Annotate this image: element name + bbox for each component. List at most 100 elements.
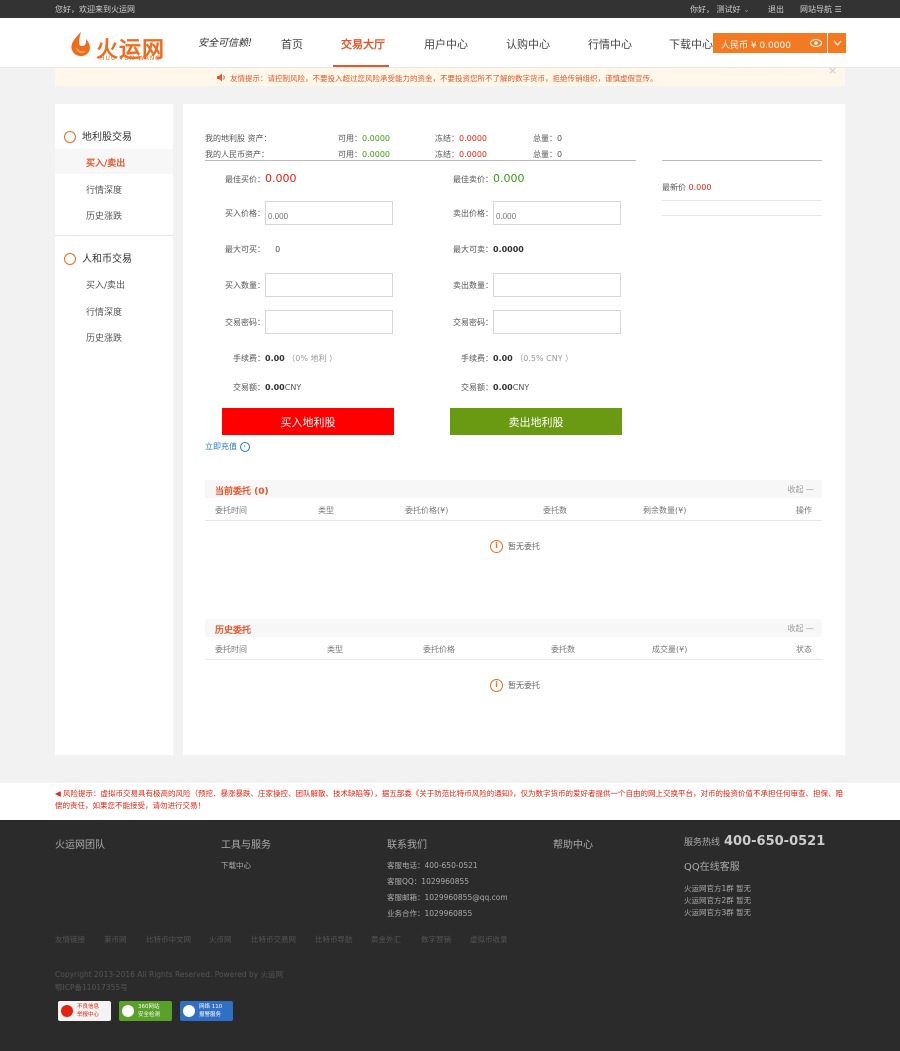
buy-price-input[interactable]	[265, 201, 393, 225]
asset-divider	[205, 160, 636, 161]
logout-link[interactable]: 退出	[768, 4, 784, 15]
police-badge[interactable]: 网络 110 报警服务	[180, 1001, 233, 1021]
nav-home[interactable]: 首页	[281, 36, 303, 52]
report-center-badge[interactable]: 不良信息 举报中心	[58, 1001, 111, 1021]
sidebar-item-renhe-depth[interactable]: 行情深度	[55, 298, 173, 323]
sidebar-item-renhe-trade[interactable]: 买入/卖出	[55, 271, 173, 296]
flame-logo-icon[interactable]	[66, 30, 96, 58]
speaker-icon	[217, 73, 225, 82]
header: 火运网 HUO YUN WANG 安全可信赖! 首页 交易大厅 用户中心 认购中…	[0, 18, 900, 68]
sell-quantity-input[interactable]	[493, 273, 621, 297]
qq-group[interactable]: 火运网官方2群 暂无	[684, 895, 751, 906]
logo-subtitle: HUO YUN WANG	[100, 55, 161, 62]
user-menu[interactable]: 你好， 测试好 ⌄	[690, 4, 750, 15]
column-header: 操作	[796, 506, 812, 515]
buy-quantity-label: 买入数量：	[225, 281, 265, 290]
column-header: 委托时间	[215, 645, 247, 654]
sell-fee: 手续费：0.00 （0.5% CNY ）	[461, 354, 574, 363]
sell-price-input[interactable]	[493, 201, 621, 225]
nav-download-center[interactable]: 下载中心	[669, 36, 713, 52]
report-icon	[61, 1005, 73, 1017]
footer-link-download[interactable]: 下载中心	[221, 860, 251, 871]
site-nav-link[interactable]: 网站导航 ☰	[800, 4, 842, 15]
close-icon[interactable]: ×	[828, 64, 837, 77]
sell-button[interactable]: 卖出地利股	[450, 408, 622, 435]
current-orders-header: 当前委托 (0) 收起 —	[205, 480, 822, 498]
sell-password-input[interactable]	[493, 310, 621, 334]
column-header: 委托数	[551, 645, 575, 654]
hotline: 服务热线 400-650-0521	[684, 834, 826, 849]
column-header: 状态	[796, 645, 812, 654]
friend-link[interactable]: 比特币中文网	[146, 934, 191, 945]
contact-phone: 客服电话：400-650-0521	[387, 861, 478, 870]
footer-help-title[interactable]: 帮助中心	[553, 836, 593, 851]
nav-trading-hall[interactable]: 交易大厅	[341, 36, 385, 52]
friend-link[interactable]: 比特币导航	[315, 934, 353, 945]
friend-link[interactable]: 黄金外汇	[371, 934, 401, 945]
sidebar-item-dilgu-depth[interactable]: 行情深度	[55, 176, 173, 201]
frozen-value: 0.0000	[459, 134, 487, 143]
column-header: 委托价格(¥)	[405, 506, 449, 515]
market-line	[662, 215, 822, 216]
friend-link[interactable]: 数字营销	[421, 934, 451, 945]
history-orders-toggle[interactable]: 收起 —	[787, 623, 814, 634]
nav-active-underline	[333, 65, 389, 67]
footer-tools-title: 工具与服务	[221, 840, 271, 851]
contact-email: 客服邮箱：1029960855@qq.com	[387, 893, 508, 902]
current-orders-title: 当前委托 (0)	[215, 487, 269, 497]
empty-state: i 暂无委托	[490, 540, 540, 553]
friend-link[interactable]: 莱币网	[104, 934, 127, 945]
icp-number[interactable]: 鄂ICP备11017355号	[55, 982, 128, 993]
main-panel: 我的地利股 资产： 可用：0.0000 冻结：0.0000 总量：0 我的人民币…	[183, 104, 845, 755]
friend-link[interactable]: 火币网	[209, 934, 232, 945]
slogan: 安全可信赖!	[198, 38, 253, 49]
latest-price: 最新价 0.000	[662, 183, 712, 192]
notice-bar: 友情提示：请控制风险，不要投入超过您风险承受能力的资金，不要投资您所不了解的数字…	[55, 64, 845, 86]
column-header: 类型	[327, 645, 343, 654]
sidebar-item-dilgu-trade[interactable]: 买入/卖出	[55, 149, 173, 174]
sell-quantity-label: 卖出数量：	[453, 281, 493, 290]
risk-text: 风险提示：虚拟币交易具有极高的风险（预挖、暴涨暴跌、庄家操控、团队解散、技术缺陷…	[55, 789, 843, 810]
nav-market-center[interactable]: 行情中心	[588, 36, 632, 52]
welcome-text: 您好，欢迎来到火运网	[55, 5, 135, 14]
history-orders-title: 历史委托	[215, 626, 252, 636]
footer-contact-title: 联系我们	[387, 840, 427, 851]
total-value: 0	[557, 134, 563, 143]
balance-widget[interactable]: 人民币 ¥ 0.0000	[713, 33, 846, 53]
qq-group[interactable]: 火运网官方3群 暂无	[684, 907, 751, 918]
nav-user-center[interactable]: 用户中心	[424, 36, 468, 52]
arrow-right-icon: ›	[239, 441, 250, 452]
sidebar-group-dilgu[interactable]: 地利股交易	[64, 128, 132, 143]
police-icon	[183, 1005, 195, 1017]
buy-button[interactable]: 买入地利股	[222, 408, 394, 435]
available-value: 0.0000	[362, 150, 390, 159]
friend-link[interactable]: 比特币交易网	[251, 934, 296, 945]
sidebar-item-dilgu-history[interactable]: 历史涨跌	[55, 202, 173, 227]
footer: 火运网团队 工具与服务 下载中心 联系我们 客服电话：400-650-0521 …	[0, 820, 900, 1051]
top-bar: 您好，欢迎来到火运网 你好， 测试好 ⌄ 退出 网站导航 ☰	[0, 0, 900, 18]
notice-text: 友情提示：请控制风险，不要投入超过您风险承受能力的资金，不要投资您所不了解的数字…	[230, 74, 658, 83]
footer-team-title[interactable]: 火运网团队	[55, 836, 105, 851]
sidebar-divider	[55, 235, 173, 236]
qq-service-title: QQ在线客服	[684, 862, 740, 873]
table-divider	[205, 520, 822, 521]
best-buy-price: 最佳买价：0.000	[225, 172, 297, 185]
current-orders-toggle[interactable]: 收起 —	[787, 484, 814, 495]
buy-quantity-input[interactable]	[265, 273, 393, 297]
eye-icon[interactable]	[810, 38, 822, 48]
balance-label: 人民币 ¥ 0.0000	[721, 41, 791, 51]
qq-group[interactable]: 火运网官方1群 暂无	[684, 883, 751, 894]
sidebar-group-renhe[interactable]: 人和币交易	[64, 250, 132, 265]
security-check-badge[interactable]: 360网站 安全检测	[119, 1001, 172, 1021]
friend-link[interactable]: 虚拟币收录	[470, 934, 508, 945]
buy-price-label: 买入价格：	[225, 209, 265, 218]
buy-password-input[interactable]	[265, 310, 393, 334]
recharge-link[interactable]: 立即充值 ›	[205, 441, 250, 452]
balance-dropdown-button[interactable]	[827, 33, 846, 53]
sidebar: 地利股交易 买入/卖出 行情深度 历史涨跌 人和币交易 买入/卖出 行情深度 历…	[55, 104, 173, 755]
nav-subscription-center[interactable]: 认购中心	[506, 36, 550, 52]
column-header: 类型	[318, 506, 334, 515]
speaker-icon: ◀	[55, 789, 61, 798]
buy-fee: 手续费：0.00 （0% 地利 ）	[233, 354, 338, 363]
sidebar-item-renhe-history[interactable]: 历史涨跌	[55, 324, 173, 349]
